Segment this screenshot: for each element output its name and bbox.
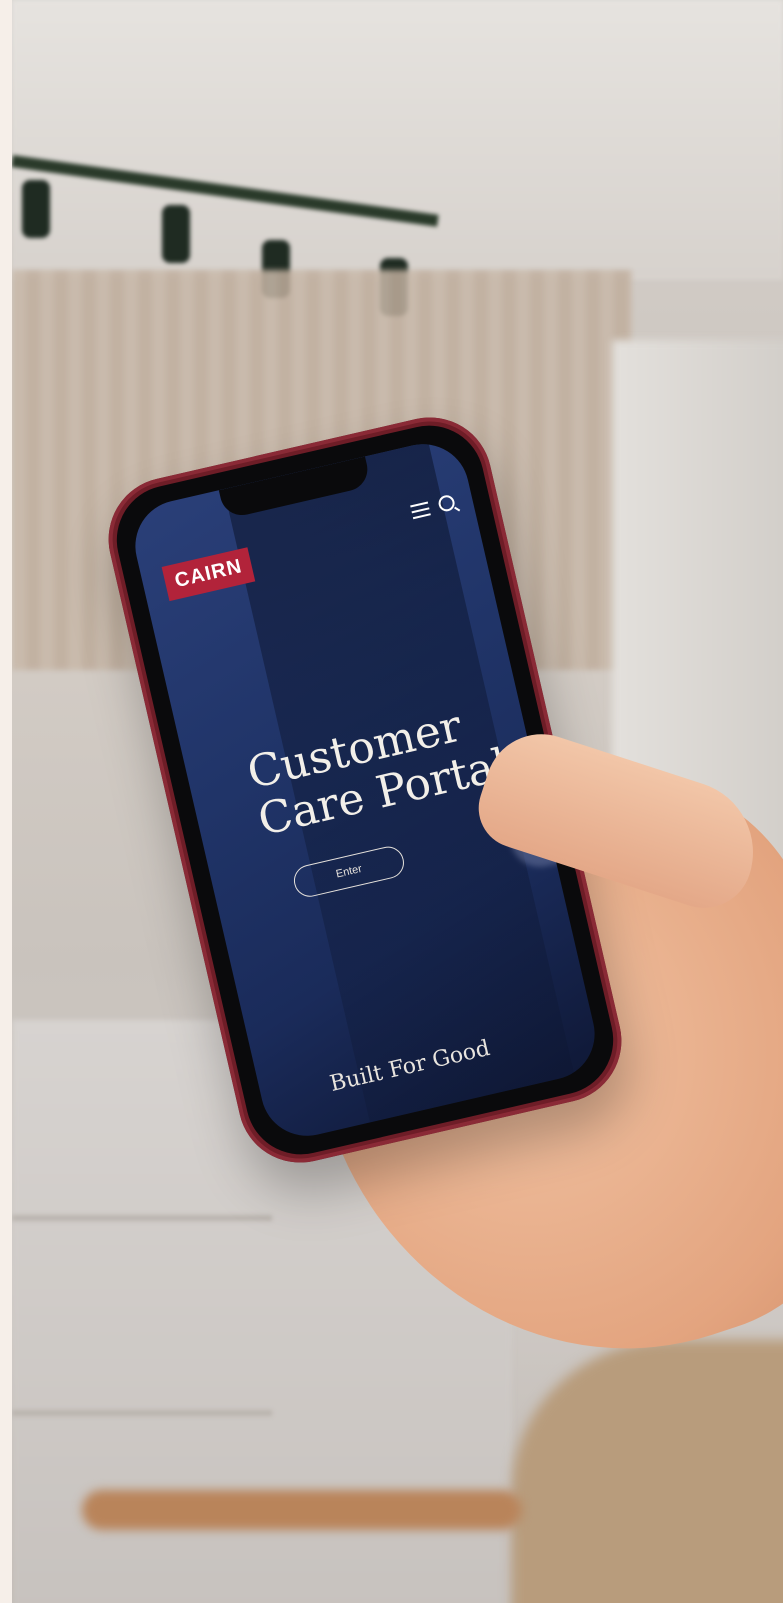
table bbox=[512, 1340, 783, 1603]
enter-button[interactable]: Enter bbox=[290, 843, 408, 900]
page-title: Customer Care Portal bbox=[243, 693, 518, 846]
menu-icon[interactable] bbox=[410, 501, 431, 521]
drawer-line bbox=[12, 1215, 272, 1221]
cairn-logo[interactable]: CAIRN bbox=[161, 547, 256, 602]
ceiling bbox=[12, 0, 783, 280]
drawer-line bbox=[12, 1410, 272, 1416]
spotlight bbox=[162, 205, 190, 263]
spotlight bbox=[22, 180, 50, 238]
tagline: Built For Good bbox=[327, 1035, 493, 1098]
stool bbox=[82, 1490, 522, 1530]
phone-notch bbox=[218, 456, 372, 520]
search-icon[interactable] bbox=[437, 493, 457, 513]
